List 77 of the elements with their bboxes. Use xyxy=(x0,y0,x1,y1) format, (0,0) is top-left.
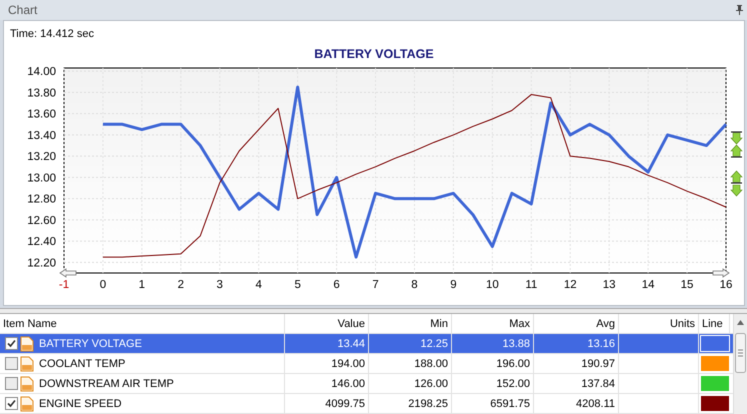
zoom-in-arrows-icon[interactable] xyxy=(730,170,743,196)
x-tick-label: 5 xyxy=(294,278,301,291)
table-cell: 13.16 xyxy=(534,334,619,354)
y-tick-label: 14.00 xyxy=(27,66,56,78)
column-header[interactable]: Line xyxy=(699,314,730,334)
checkbox[interactable] xyxy=(5,337,18,350)
table-cell: 12.25 xyxy=(369,334,452,354)
table-cell: 196.00 xyxy=(452,354,534,374)
x-tick-label: 8 xyxy=(411,278,418,291)
scroll-left-icon[interactable] xyxy=(59,268,76,278)
x-tick-label: 7 xyxy=(372,278,379,291)
table-cell: 190.97 xyxy=(534,354,619,374)
scroll-up-icon[interactable] xyxy=(737,320,744,326)
column-header[interactable]: Avg xyxy=(534,314,619,334)
x-tick-label: 2 xyxy=(178,278,184,291)
y-tick-label: 13.60 xyxy=(27,108,56,120)
x-tick-label: 0 xyxy=(100,278,106,291)
table-cell: 4099.75 xyxy=(285,394,369,414)
scrollbar-thumb[interactable] xyxy=(735,333,746,374)
panel-title: Chart xyxy=(8,2,38,17)
x-tick-label: 13 xyxy=(602,278,616,291)
y-tick-label: 12.60 xyxy=(27,214,56,227)
time-readout: Time: 14.412 sec xyxy=(9,26,94,40)
table-cell: 146.00 xyxy=(285,374,369,394)
checkbox[interactable] xyxy=(5,397,18,410)
x-tick-label: 10 xyxy=(486,278,499,291)
x-tick-label: 14 xyxy=(642,278,655,291)
pin-icon[interactable] xyxy=(736,4,743,15)
column-header[interactable]: Max xyxy=(452,314,534,334)
x-tick-label: 15 xyxy=(680,278,694,291)
column-header[interactable]: Item Name xyxy=(0,314,285,334)
zoom-out-arrows-icon[interactable] xyxy=(730,131,743,158)
sensor-file-icon xyxy=(20,396,34,412)
x-tick-label: -1 xyxy=(58,278,70,291)
y-tick-label: 13.00 xyxy=(27,172,56,184)
table-cell: 188.00 xyxy=(369,354,452,374)
x-tick-label: 6 xyxy=(333,278,340,291)
table-cell: 13.88 xyxy=(452,334,534,354)
y-tick-label: 13.40 xyxy=(27,130,56,142)
table-row[interactable]: BATTERY VOLTAGE 13.44 12.25 13.88 13.16 xyxy=(0,334,733,354)
y-tick-label: 12.20 xyxy=(27,257,56,270)
x-tick-label: 12 xyxy=(564,278,577,291)
x-tick-label: 11 xyxy=(525,278,538,291)
table-cell: 126.00 xyxy=(369,374,452,394)
scroll-right-icon[interactable] xyxy=(712,268,730,278)
table-cell: 152.00 xyxy=(452,374,534,394)
column-header[interactable]: Units xyxy=(619,314,699,334)
y-tick-label: 13.20 xyxy=(27,150,56,163)
table-cell: 13.44 xyxy=(285,334,369,354)
table-cell-text: COOLANT TEMP xyxy=(38,358,126,370)
x-tick-label: 3 xyxy=(216,278,223,291)
table-cell-text: DOWNSTREAM AIR TEMP xyxy=(38,378,174,390)
x-tick-label: 1 xyxy=(138,278,146,291)
table-row[interactable]: COOLANT TEMP 194.00 188.00 196.00 190.97 xyxy=(0,354,733,374)
x-tick-label: 4 xyxy=(256,278,262,291)
table-cell: 6591.75 xyxy=(452,394,534,414)
x-tick-label: 9 xyxy=(450,278,457,291)
sensor-file-icon xyxy=(20,336,34,352)
table-cell-text: ENGINE SPEED xyxy=(38,398,122,410)
table-row[interactable]: ENGINE SPEED 4099.75 2198.25 6591.75 4208.11 xyxy=(0,394,733,414)
y-tick-label: 12.40 xyxy=(27,236,56,248)
chart-title: BATTERY VOLTAGE xyxy=(314,46,434,61)
sensor-file-icon xyxy=(20,376,34,392)
table-cell: 4208.11 xyxy=(534,394,619,414)
table-cell: 194.00 xyxy=(285,354,369,374)
sensor-file-icon xyxy=(20,356,34,372)
column-header[interactable]: Min xyxy=(369,314,452,334)
checkbox[interactable] xyxy=(5,377,18,390)
column-header[interactable]: Value xyxy=(285,314,369,334)
table-row[interactable]: DOWNSTREAM AIR TEMP 146.00 126.00 152.00 137.84 xyxy=(0,374,733,394)
y-tick-label: 13.80 xyxy=(27,87,56,100)
table-cell: 137.84 xyxy=(534,374,619,394)
table-cell: 2198.25 xyxy=(369,394,452,414)
y-tick-label: 12.80 xyxy=(27,193,56,206)
checkbox[interactable] xyxy=(5,357,18,370)
table-cell-text: BATTERY VOLTAGE xyxy=(38,338,142,350)
x-tick-label: 16 xyxy=(720,278,732,291)
